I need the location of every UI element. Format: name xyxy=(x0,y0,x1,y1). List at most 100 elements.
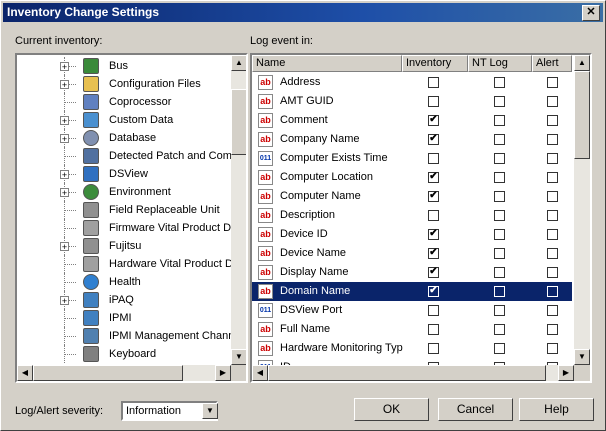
list-scroll-up-button[interactable]: ▲ xyxy=(574,55,590,71)
tree-item[interactable]: Field Replaceable Unit xyxy=(17,201,231,219)
ntlog-checkbox[interactable] xyxy=(494,96,505,107)
tree-scroll-thumb[interactable] xyxy=(231,89,246,155)
list-horizontal-scrollbar[interactable]: ◀ ▶ xyxy=(252,365,574,381)
inventory-checkbox[interactable]: ✔ xyxy=(428,134,439,145)
tree-vertical-scrollbar[interactable]: ▲ ▼ xyxy=(231,55,246,365)
alert-checkbox[interactable] xyxy=(547,134,558,145)
ntlog-checkbox[interactable] xyxy=(494,115,505,126)
list-scroll-down-button[interactable]: ▼ xyxy=(574,349,590,365)
list-row[interactable]: ab Display Name ✔ xyxy=(252,263,572,282)
help-button[interactable]: Help xyxy=(519,398,594,421)
alert-checkbox[interactable] xyxy=(547,172,558,183)
tree-item[interactable]: Coprocessor xyxy=(17,93,231,111)
tree-item[interactable]: Detected Patch and Comp xyxy=(17,147,231,165)
tree-scroll-right-button[interactable]: ▶ xyxy=(215,365,231,381)
tree-item[interactable]: + Environment xyxy=(17,183,231,201)
list-row[interactable]: ab Company Name ✔ xyxy=(252,130,572,149)
tree-item[interactable]: Firmware Vital Product Da xyxy=(17,219,231,237)
severity-select[interactable]: Information ▼ xyxy=(121,401,218,421)
list-row[interactable]: 011ID xyxy=(252,358,572,365)
ntlog-checkbox[interactable] xyxy=(494,134,505,145)
alert-checkbox[interactable] xyxy=(547,305,558,316)
inventory-checkbox[interactable]: ✔ xyxy=(428,248,439,259)
list-row[interactable]: 011 Computer Exists Time xyxy=(252,149,572,168)
alert-checkbox[interactable] xyxy=(547,286,558,297)
tree-item[interactable]: Health xyxy=(17,273,231,291)
list-scroll-thumb[interactable] xyxy=(574,71,590,159)
ntlog-checkbox[interactable] xyxy=(494,153,505,164)
alert-checkbox[interactable] xyxy=(547,96,558,107)
column-header-inventory[interactable]: Inventory xyxy=(402,55,468,72)
list-vertical-scrollbar[interactable]: ▲ ▼ xyxy=(574,55,590,365)
ntlog-checkbox[interactable] xyxy=(494,305,505,316)
expand-icon[interactable]: + xyxy=(60,170,69,180)
alert-checkbox[interactable] xyxy=(547,153,558,164)
inventory-checkbox[interactable] xyxy=(428,153,439,164)
alert-checkbox[interactable] xyxy=(547,191,558,202)
tree-scroll-down-button[interactable]: ▼ xyxy=(231,349,246,365)
list-scroll-left-button[interactable]: ◀ xyxy=(252,365,268,381)
chevron-down-icon[interactable]: ▼ xyxy=(202,403,218,419)
title-bar[interactable]: Inventory Change Settings ✕ xyxy=(3,3,603,22)
alert-checkbox[interactable] xyxy=(547,77,558,88)
list-row[interactable]: ab Hardware Monitoring Typ xyxy=(252,339,572,358)
list-hscroll-thumb[interactable] xyxy=(268,365,546,381)
ntlog-checkbox[interactable] xyxy=(494,191,505,202)
close-button[interactable]: ✕ xyxy=(582,5,600,21)
list-row[interactable]: ab Address xyxy=(252,73,572,92)
ntlog-checkbox[interactable] xyxy=(494,286,505,297)
alert-checkbox[interactable] xyxy=(547,248,558,259)
tree-item[interactable]: + Configuration Files xyxy=(17,75,231,93)
ntlog-checkbox[interactable] xyxy=(494,343,505,354)
tree-item[interactable]: + DSView xyxy=(17,165,231,183)
tree-item[interactable]: IPMI Management Channe xyxy=(17,327,231,345)
list-row[interactable]: ab Device Name ✔ xyxy=(252,244,572,263)
tree-item[interactable]: IPMI xyxy=(17,309,231,327)
ntlog-checkbox[interactable] xyxy=(494,210,505,221)
ntlog-checkbox[interactable] xyxy=(494,229,505,240)
ok-button[interactable]: OK xyxy=(354,398,429,421)
ntlog-checkbox[interactable] xyxy=(494,172,505,183)
list-row[interactable]: ab Computer Location ✔ xyxy=(252,168,572,187)
list-row[interactable]: ab Device ID ✔ xyxy=(252,225,572,244)
expand-icon[interactable]: + xyxy=(60,242,69,252)
list-row[interactable]: ab Comment ✔ xyxy=(252,111,572,130)
alert-checkbox[interactable] xyxy=(547,343,558,354)
inventory-checkbox[interactable]: ✔ xyxy=(428,191,439,202)
inventory-checkbox[interactable] xyxy=(428,324,439,335)
inventory-checkbox[interactable] xyxy=(428,77,439,88)
list-row[interactable]: ab Full Name xyxy=(252,320,572,339)
inventory-checkbox[interactable]: ✔ xyxy=(428,286,439,297)
expand-icon[interactable]: + xyxy=(60,116,69,126)
cancel-button[interactable]: Cancel xyxy=(438,398,513,421)
alert-checkbox[interactable] xyxy=(547,267,558,278)
list-row[interactable]: ab Computer Name ✔ xyxy=(252,187,572,206)
inventory-checkbox[interactable] xyxy=(428,210,439,221)
inventory-checkbox[interactable]: ✔ xyxy=(428,229,439,240)
column-header-name[interactable]: Name xyxy=(252,55,402,72)
alert-checkbox[interactable] xyxy=(547,210,558,221)
expand-icon[interactable]: + xyxy=(60,188,69,198)
inventory-checkbox[interactable]: ✔ xyxy=(428,172,439,183)
inventory-checkbox[interactable]: ✔ xyxy=(428,115,439,126)
ntlog-checkbox[interactable] xyxy=(494,248,505,259)
ntlog-checkbox[interactable] xyxy=(494,77,505,88)
ntlog-checkbox[interactable] xyxy=(494,324,505,335)
expand-icon[interactable]: + xyxy=(60,62,69,72)
tree-item[interactable]: + Bus xyxy=(17,57,231,75)
ntlog-checkbox[interactable] xyxy=(494,267,505,278)
log-event-list[interactable]: Name Inventory NT Log Alert ab Address ab A… xyxy=(250,53,592,383)
tree-item[interactable]: + Database xyxy=(17,129,231,147)
expand-icon[interactable]: + xyxy=(60,80,69,90)
inventory-tree[interactable]: + Bus + Configuration Files Coprocessor + Cust… xyxy=(15,53,248,383)
inventory-checkbox[interactable]: ✔ xyxy=(428,267,439,278)
list-row[interactable]: ab AMT GUID xyxy=(252,92,572,111)
tree-horizontal-scrollbar[interactable]: ◀ ▶ xyxy=(17,365,231,381)
tree-item[interactable]: Hardware Vital Product Da xyxy=(17,255,231,273)
inventory-checkbox[interactable] xyxy=(428,305,439,316)
inventory-checkbox[interactable] xyxy=(428,96,439,107)
column-header-alert[interactable]: Alert xyxy=(532,55,572,72)
tree-scroll-left-button[interactable]: ◀ xyxy=(17,365,33,381)
tree-item[interactable]: Keyboard xyxy=(17,345,231,363)
list-row[interactable]: ab Domain Name ✔ xyxy=(252,282,572,301)
